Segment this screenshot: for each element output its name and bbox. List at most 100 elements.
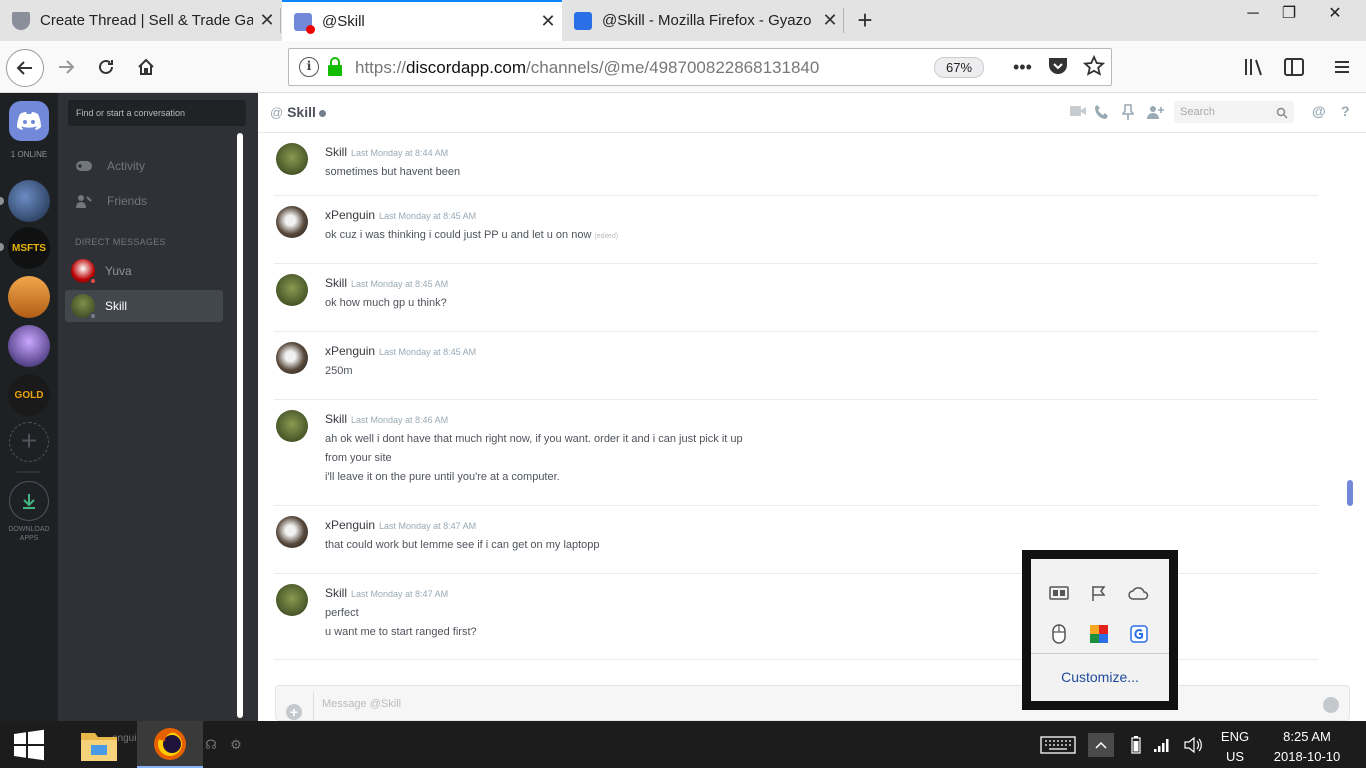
message-author[interactable]: xPenguin Last Monday at 8:47 AM [325,518,476,532]
close-tab-icon[interactable]: ✕ [816,10,844,31]
tab-title: @Skill - Mozilla Firefox - Gyazo [602,12,812,29]
lock-icon[interactable] [327,57,343,82]
popup-divider [1031,653,1169,654]
guild-icon-1[interactable] [8,180,50,222]
avatar [71,294,97,320]
tray-gyazo-icon[interactable] [1128,623,1150,645]
input-language-indicator[interactable]: ENG US [1218,727,1252,767]
customize-link[interactable]: Customize... [1031,669,1169,685]
discord-icon [294,12,315,34]
zoom-indicator[interactable]: 67% [934,57,984,78]
start-button[interactable] [0,721,58,768]
guild-icon-gold[interactable]: GOLD [8,374,50,416]
back-button[interactable] [6,49,44,87]
taskbar-file-explorer[interactable] [66,721,132,768]
close-tab-icon[interactable]: ✕ [534,11,562,32]
avatar[interactable] [276,342,308,374]
download-apps-button[interactable] [9,481,49,521]
friends-nav-item[interactable]: Friends [74,191,147,211]
avatar[interactable] [276,206,308,238]
tray-onedrive-cloud-icon[interactable] [1128,582,1150,604]
dm-item-yuva[interactable]: Yuva [65,255,223,287]
sidebar-button[interactable] [1278,51,1310,83]
upload-plus-icon[interactable]: + [286,704,302,720]
video-call-icon[interactable] [1070,104,1086,122]
dm-item-skill[interactable]: Skill [65,290,223,322]
new-tab-button[interactable]: + [848,0,882,41]
taskbar-firefox[interactable] [137,721,203,768]
dm-scrollbar[interactable] [237,133,243,718]
page-actions-icon[interactable]: ••• [1013,57,1032,78]
channel-header: @ Skill Search @ ? [258,93,1366,133]
message-author[interactable]: xPenguin Last Monday at 8:45 AM [325,208,476,222]
add-friend-to-dm-icon[interactable] [1146,104,1164,125]
find-conversation-input[interactable]: Find or start a conversation [68,100,246,126]
message-input[interactable]: Message @Skill [322,698,401,710]
tab-gyazo[interactable]: @Skill - Mozilla Firefox - Gyazo ✕ [562,0,844,41]
pinned-messages-icon[interactable] [1121,104,1135,125]
message-author[interactable]: Skill Last Monday at 8:44 AM [325,145,448,159]
activity-nav-item[interactable]: Activity [74,156,145,176]
reload-button[interactable] [90,51,122,83]
scrollbar-thumb[interactable] [1347,480,1353,506]
restore-button[interactable]: ❐ [1266,0,1312,30]
battery-icon[interactable] [1126,721,1146,768]
clock[interactable]: 8:25 AM 2018-10-10 [1262,727,1352,767]
pocket-icon[interactable] [1047,56,1069,81]
tray-media-icon[interactable] [1048,582,1070,604]
library-button[interactable] [1238,51,1270,83]
chat-scrollbar[interactable] [1345,133,1355,667]
message-author[interactable]: xPenguin Last Monday at 8:45 AM [325,344,476,358]
message-timestamp: Last Monday at 8:45 AM [379,211,477,221]
windows-logo-icon [14,729,44,760]
message-author[interactable]: Skill Last Monday at 8:47 AM [325,586,448,600]
add-server-button[interactable]: + [9,422,49,462]
tray-flag-icon[interactable] [1088,582,1110,604]
close-tab-icon[interactable]: ✕ [253,10,281,31]
guild-icon-misfits[interactable]: MSFTS [8,227,50,269]
avatar[interactable] [276,516,308,548]
message-group: xPenguin Last Monday at 8:45 AM 250m [274,332,1318,400]
folder-icon [81,732,117,761]
guild-icon-4[interactable] [8,325,50,367]
unread-indicator [0,243,4,251]
bookmark-star-icon[interactable] [1082,54,1106,82]
show-hidden-icons-button[interactable] [1088,733,1114,757]
guild-icon-3[interactable] [8,276,50,318]
voice-call-icon[interactable] [1094,104,1110,125]
search-icon [1276,106,1288,124]
tab-skill[interactable]: @Skill ✕ [282,0,562,41]
avatar[interactable] [276,143,308,175]
menu-button[interactable] [1326,51,1358,83]
help-icon[interactable]: ? [1341,103,1350,119]
tray-antivirus-icon[interactable] [1088,623,1110,645]
touch-keyboard-icon[interactable] [1038,721,1078,768]
message-author[interactable]: Skill Last Monday at 8:45 AM [325,276,448,290]
info-icon[interactable]: i [299,57,319,77]
emoji-picker-icon[interactable] [1323,697,1339,713]
message-composer[interactable]: + Message @Skill [275,685,1350,721]
volume-icon[interactable] [1180,721,1206,768]
network-icon[interactable] [1150,721,1174,768]
forward-arrow-icon [59,60,75,74]
channel-title: @ Skill [270,104,326,120]
dm-name: Skill [105,299,128,313]
avatar[interactable] [276,274,308,306]
tab-create-thread[interactable]: Create Thread | Sell & Trade Ga ✕ [0,0,281,41]
shield-icon [12,11,30,30]
chat-area: @ Skill Search @ ? Skill Last Monday at 8… [258,93,1366,721]
discord-home-button[interactable] [9,101,49,141]
tray-mouse-icon[interactable] [1048,623,1070,645]
avatar[interactable] [276,584,308,616]
forward-button[interactable] [50,51,82,83]
settings-gear-icon[interactable]: ⚙ [228,721,244,768]
url-bar[interactable]: i https://discordapp.com/channels/@me/49… [288,48,1112,86]
message-author[interactable]: Skill Last Monday at 8:46 AM [325,412,448,426]
url-text[interactable]: https://discordapp.com/channels/@me/4987… [355,58,819,78]
home-button[interactable] [130,51,162,83]
tab-title: Create Thread | Sell & Trade Ga [40,12,253,29]
headset-icon[interactable]: ☊ [203,721,219,768]
close-window-button[interactable]: ✕ [1312,0,1358,30]
mentions-icon[interactable]: @ [1312,103,1326,119]
avatar[interactable] [276,410,308,442]
